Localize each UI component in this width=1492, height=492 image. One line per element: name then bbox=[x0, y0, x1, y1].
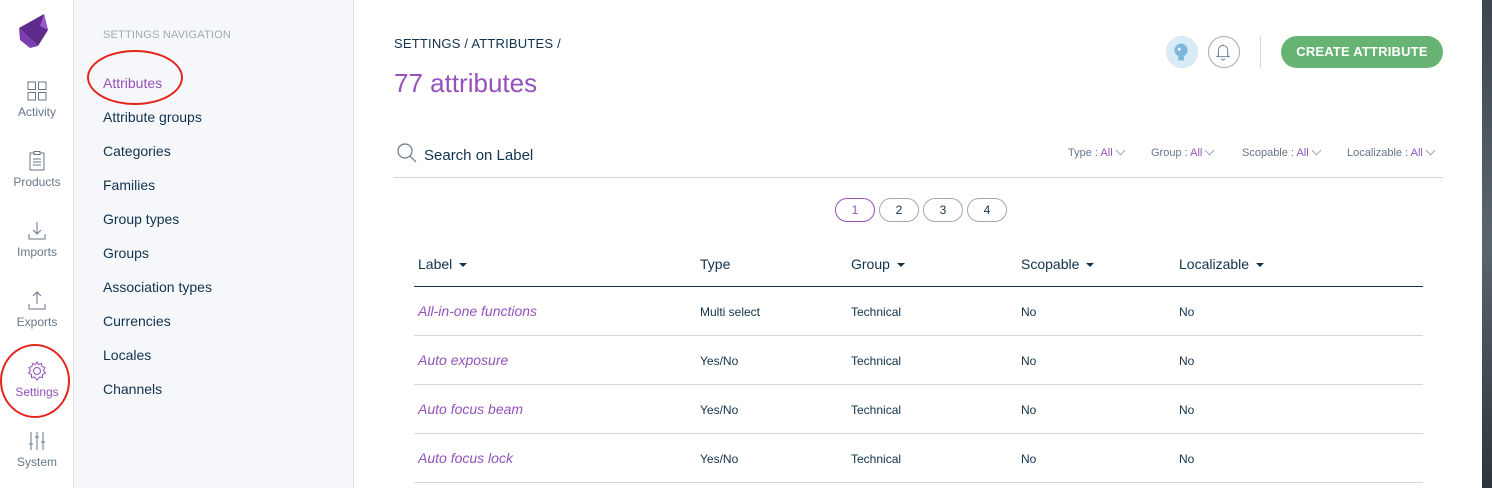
menu-item-label: Exports bbox=[16, 315, 58, 329]
menu-item-label: Settings bbox=[15, 385, 59, 399]
page-button[interactable]: 2 bbox=[879, 198, 919, 222]
sort-caret-icon bbox=[1256, 263, 1265, 267]
table-header: Label Type Group Scopable Localizable bbox=[414, 242, 1423, 287]
menu-item-label: Imports bbox=[16, 245, 57, 259]
gear-icon bbox=[27, 361, 47, 381]
filter-value: All bbox=[1100, 147, 1113, 159]
sort-caret-icon bbox=[1086, 263, 1095, 267]
cell-type: Yes/No bbox=[700, 354, 739, 368]
cell-group: Technical bbox=[851, 354, 902, 368]
filter-group[interactable]: Group : All bbox=[1151, 145, 1215, 159]
sort-caret-icon bbox=[459, 263, 468, 267]
filter-value: All bbox=[1296, 147, 1309, 159]
cell-type: Yes/No bbox=[700, 452, 739, 466]
cell-type: Yes/No bbox=[700, 403, 739, 417]
cell-localizable: No bbox=[1179, 305, 1195, 319]
menu-item-activity[interactable]: Activity bbox=[0, 80, 74, 142]
create-attribute-button[interactable]: CREATE ATTRIBUTE bbox=[1281, 36, 1443, 68]
dashboard-icon bbox=[27, 81, 47, 101]
filter-localizable[interactable]: Localizable : All bbox=[1347, 145, 1436, 159]
settings-navigation: SETTINGS NAVIGATION Attributes Attribute… bbox=[74, 0, 354, 488]
column-header-type: Type bbox=[700, 256, 731, 272]
subnav-item-group-types[interactable]: Group types bbox=[103, 211, 179, 227]
breadcrumb[interactable]: SETTINGS / ATTRIBUTES / bbox=[394, 36, 561, 51]
cell-localizable: No bbox=[1179, 354, 1195, 368]
akeneo-logo[interactable] bbox=[16, 12, 50, 48]
cell-scopable: No bbox=[1021, 403, 1037, 417]
filter-value: All bbox=[1410, 147, 1423, 159]
menu-item-settings[interactable]: Settings bbox=[0, 360, 74, 422]
cell-localizable: No bbox=[1179, 403, 1195, 417]
cell-group: Technical bbox=[851, 452, 902, 466]
cell-label[interactable]: Auto focus beam bbox=[418, 401, 523, 417]
subnav-item-attributes[interactable]: Attributes bbox=[103, 75, 162, 91]
cell-type: Multi select bbox=[700, 305, 761, 319]
cell-group: Technical bbox=[851, 305, 902, 319]
cell-group: Technical bbox=[851, 403, 902, 417]
header-divider bbox=[1260, 36, 1261, 68]
menu-item-system[interactable]: System bbox=[0, 430, 74, 492]
menu-item-products[interactable]: Products bbox=[0, 150, 74, 212]
page-title: 77 attributes bbox=[394, 68, 538, 98]
bell-icon bbox=[1216, 44, 1230, 61]
chevron-down-icon bbox=[1204, 145, 1215, 156]
column-header-localizable[interactable]: Localizable bbox=[1179, 256, 1265, 272]
cell-localizable: No bbox=[1179, 452, 1195, 466]
page-button[interactable]: 3 bbox=[923, 198, 963, 222]
cell-scopable: No bbox=[1021, 354, 1037, 368]
subnav-item-association-types[interactable]: Association types bbox=[103, 279, 212, 295]
filter-type[interactable]: Type : All bbox=[1068, 145, 1126, 159]
menu-item-imports[interactable]: Imports bbox=[0, 220, 74, 282]
search-icon bbox=[397, 143, 417, 163]
cell-scopable: No bbox=[1021, 452, 1037, 466]
table-row[interactable]: All-in-one functions Multi select Techni… bbox=[414, 287, 1423, 336]
cell-label[interactable]: Auto exposure bbox=[418, 352, 508, 368]
table-row[interactable]: Auto focus lock Yes/No Technical No No bbox=[414, 434, 1423, 483]
sliders-icon bbox=[29, 432, 45, 450]
table-row[interactable]: Auto focus beam Yes/No Technical No No bbox=[414, 385, 1423, 434]
chevron-down-icon bbox=[1425, 145, 1436, 156]
menu-item-label: Products bbox=[13, 175, 61, 189]
filter-label: Group : bbox=[1151, 147, 1188, 159]
filter-value: All bbox=[1190, 147, 1203, 159]
user-avatar[interactable] bbox=[1166, 36, 1198, 68]
chevron-down-icon bbox=[1115, 145, 1126, 156]
menu-item-exports[interactable]: Exports bbox=[0, 290, 74, 352]
filter-label: Type : bbox=[1068, 147, 1098, 159]
table-row[interactable]: Auto exposure Yes/No Technical No No bbox=[414, 336, 1423, 385]
subnav-item-categories[interactable]: Categories bbox=[103, 143, 171, 159]
subnav-item-currencies[interactable]: Currencies bbox=[103, 313, 171, 329]
avatar-icon bbox=[1174, 43, 1188, 61]
filter-label: Localizable : bbox=[1347, 147, 1409, 159]
main-menu: Activity Products Imports Exports Settin… bbox=[0, 0, 74, 488]
cell-scopable: No bbox=[1021, 305, 1037, 319]
cell-label[interactable]: All-in-one functions bbox=[418, 303, 537, 319]
sort-caret-icon bbox=[896, 263, 905, 267]
main-content: SETTINGS / ATTRIBUTES / 77 attributes CR… bbox=[354, 0, 1482, 488]
column-header-group[interactable]: Group bbox=[851, 256, 905, 272]
subnav-item-families[interactable]: Families bbox=[103, 177, 155, 193]
menu-item-label: Activity bbox=[17, 105, 56, 119]
subnav-item-locales[interactable]: Locales bbox=[103, 347, 151, 363]
filter-label: Scopable : bbox=[1242, 147, 1294, 159]
column-header-scopable[interactable]: Scopable bbox=[1021, 256, 1095, 272]
notifications-button[interactable] bbox=[1208, 36, 1240, 68]
filter-scopable[interactable]: Scopable : All bbox=[1242, 145, 1322, 159]
cell-label[interactable]: Auto focus lock bbox=[418, 450, 513, 466]
page-button[interactable]: 4 bbox=[967, 198, 1007, 222]
page-button[interactable]: 1 bbox=[835, 198, 875, 222]
column-header-label[interactable]: Label bbox=[418, 256, 468, 272]
clipboard-icon bbox=[29, 151, 45, 171]
desktop-background-edge bbox=[1482, 0, 1492, 488]
search-bar: Type : All Group : All Scopable : All Lo… bbox=[394, 130, 1443, 178]
search-input[interactable] bbox=[424, 144, 824, 166]
chevron-down-icon bbox=[1311, 145, 1322, 156]
subnav-item-attribute-groups[interactable]: Attribute groups bbox=[103, 109, 202, 125]
subnav-item-channels[interactable]: Channels bbox=[103, 381, 162, 397]
subnav-item-groups[interactable]: Groups bbox=[103, 245, 149, 261]
settings-navigation-title: SETTINGS NAVIGATION bbox=[103, 29, 232, 41]
menu-item-label: System bbox=[16, 455, 57, 469]
export-icon bbox=[28, 291, 46, 310]
import-icon bbox=[28, 222, 46, 240]
